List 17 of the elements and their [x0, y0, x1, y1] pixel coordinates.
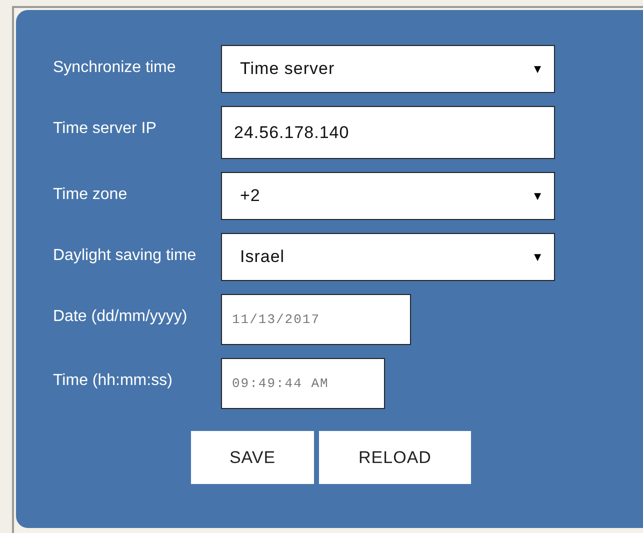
date-field[interactable]: 11/13/2017: [221, 294, 411, 345]
field-label: Date (dd/mm/yyyy): [53, 307, 188, 326]
dropdown[interactable]: +2 ▼: [221, 172, 555, 220]
dropdown-arrow-icon: ▼: [532, 62, 544, 76]
dropdown[interactable]: Israel ▼: [221, 233, 555, 281]
dropdown[interactable]: Time server ▼: [221, 45, 555, 93]
field-label: Synchronize time: [53, 58, 177, 77]
field-label: Time server IP: [53, 119, 158, 138]
field-label: Daylight saving time: [53, 246, 198, 265]
time-field[interactable]: 09:49:44 AM: [221, 358, 385, 409]
field-label: Time (hh:mm:ss): [53, 371, 174, 390]
field-label: Time zone: [53, 185, 128, 204]
save-button[interactable]: SAVE: [191, 431, 314, 484]
reload-button[interactable]: RELOAD: [319, 431, 471, 484]
dropdown-arrow-icon: ▼: [532, 250, 544, 264]
dropdown-arrow-icon: ▼: [532, 189, 544, 203]
input-field[interactable]: 24.56.178.140: [221, 106, 555, 159]
